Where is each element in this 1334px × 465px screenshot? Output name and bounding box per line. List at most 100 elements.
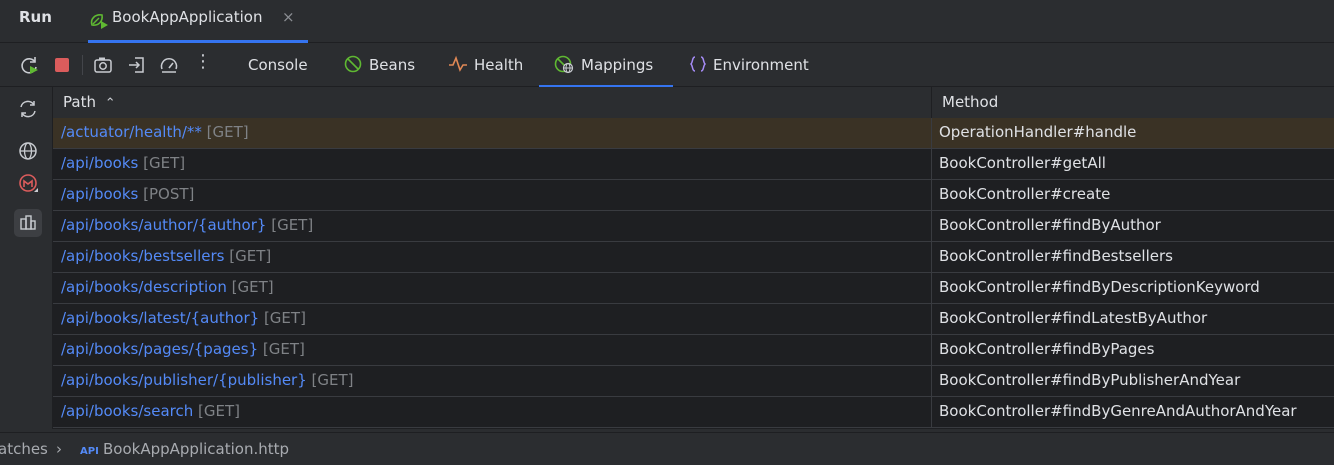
rerun-icon[interactable]	[18, 54, 40, 76]
column-divider	[931, 149, 932, 180]
method-cell: BookController#findByDescriptionKeyword	[939, 278, 1260, 296]
globe-icon[interactable]	[14, 137, 42, 165]
run-tool-header: Run BookAppApplication ×	[0, 0, 1334, 43]
health-icon	[448, 54, 468, 74]
method-cell: BookController#findBestsellers	[939, 247, 1173, 265]
table-row[interactable]: /actuator/health/** [GET] OperationHandl…	[53, 118, 1334, 149]
path-url: /api/books/pages/{pages}	[61, 340, 259, 358]
micrometer-icon[interactable]	[14, 170, 42, 198]
http-verb: [POST]	[143, 185, 195, 203]
braces-icon	[688, 54, 708, 74]
path-cell: /api/books/bestsellers [GET]	[61, 247, 271, 265]
table-row[interactable]: /api/books/bestsellers [GET] BookControl…	[53, 242, 1334, 273]
tab-health[interactable]: Health	[448, 43, 538, 86]
tab-environment[interactable]: Environment	[688, 43, 818, 86]
chevron-right-icon: ›	[56, 440, 62, 458]
breadcrumb: atches › API BookAppApplication.http	[0, 432, 1334, 465]
method-cell: BookController#create	[939, 185, 1111, 203]
tab-bookappapplication[interactable]: BookAppApplication ×	[88, 0, 308, 43]
path-url: /api/books/latest/{author}	[61, 309, 260, 327]
table-row[interactable]: /api/books [POST] BookController#create	[53, 180, 1334, 211]
path-url: /api/books	[61, 185, 139, 203]
path-cell: /api/books/search [GET]	[61, 402, 240, 420]
toolbar-divider	[82, 55, 83, 75]
sort-ascending-icon: ⌃	[104, 96, 116, 111]
run-tool-title: Run	[19, 8, 52, 26]
http-verb: [GET]	[311, 371, 354, 389]
svg-text:API: API	[80, 446, 99, 457]
table-row[interactable]: /api/books/search [GET] BookController#f…	[53, 397, 1334, 428]
table-row[interactable]: /api/books/description [GET] BookControl…	[53, 273, 1334, 304]
tab-mappings[interactable]: Mappings	[539, 43, 673, 87]
http-verb: [GET]	[206, 123, 249, 141]
table-header: Path ⌃ Method	[53, 87, 1334, 119]
method-cell: BookController#findByGenreAndAuthorAndYe…	[939, 402, 1297, 420]
path-url: /api/books/publisher/{publisher}	[61, 371, 307, 389]
column-header-method[interactable]: Method	[942, 93, 998, 111]
tab-label: BookAppApplication	[112, 8, 263, 26]
column-divider[interactable]	[931, 87, 932, 118]
exit-icon[interactable]	[126, 54, 148, 76]
path-cell: /api/books/publisher/{publisher} [GET]	[61, 371, 354, 389]
column-divider	[931, 180, 932, 211]
column-divider	[931, 397, 932, 428]
http-verb: [GET]	[143, 154, 186, 172]
http-verb: [GET]	[229, 247, 272, 265]
column-divider	[931, 118, 932, 149]
http-verb: [GET]	[271, 216, 314, 234]
method-cell: BookController#findByPublisherAndYear	[939, 371, 1241, 389]
column-divider	[931, 211, 932, 242]
path-cell: /api/books/pages/{pages} [GET]	[61, 340, 305, 358]
path-cell: /api/books [POST]	[61, 185, 194, 203]
refresh-icon[interactable]	[14, 95, 42, 123]
tab-beans[interactable]: Beans	[343, 43, 433, 86]
path-url: /api/books	[61, 154, 139, 172]
column-divider	[931, 366, 932, 397]
spring-run-icon	[88, 10, 110, 32]
http-verb: [GET]	[198, 402, 240, 420]
path-cell: /api/books/description [GET]	[61, 278, 274, 296]
http-file-icon: API	[80, 441, 100, 459]
column-divider	[931, 242, 932, 273]
path-cell: /api/books/author/{author} [GET]	[61, 216, 313, 234]
close-icon[interactable]: ×	[282, 8, 295, 26]
stop-icon[interactable]	[51, 54, 73, 76]
tab-mappings-label: Mappings	[581, 56, 654, 74]
method-cell: BookController#findByPages	[939, 340, 1155, 358]
gauge-icon[interactable]	[158, 54, 180, 76]
table-row[interactable]: /api/books/author/{author} [GET] BookCon…	[53, 211, 1334, 242]
mappings-sidebar	[0, 87, 53, 429]
path-url: /api/books/bestsellers	[61, 247, 225, 265]
table-row[interactable]: /api/books/latest/{author} [GET] BookCon…	[53, 304, 1334, 335]
table-row[interactable]: /api/books/pages/{pages} [GET] BookContr…	[53, 335, 1334, 366]
method-cell: BookController#getAll	[939, 154, 1106, 172]
path-url: /actuator/health/**	[61, 123, 202, 141]
tab-beans-label: Beans	[369, 56, 416, 74]
path-url: /api/books/description	[61, 278, 227, 296]
path-url: /api/books/author/{author}	[61, 216, 267, 234]
http-verb: [GET]	[262, 340, 305, 358]
camera-icon[interactable]	[92, 54, 114, 76]
column-divider	[931, 335, 932, 366]
beans-icon	[343, 54, 363, 74]
path-cell: /api/books/latest/{author} [GET]	[61, 309, 306, 327]
breadcrumb-item-file[interactable]: BookAppApplication.http	[103, 440, 289, 458]
tab-console-label: Console	[248, 56, 308, 74]
run-toolbar: ⋮ Console Beans Health Mappings Environm…	[0, 43, 1334, 87]
tab-health-label: Health	[474, 56, 524, 74]
column-header-path[interactable]: Path ⌃	[63, 93, 116, 111]
column-header-path-label: Path	[63, 93, 96, 111]
http-verb: [GET]	[263, 309, 306, 327]
path-cell: /actuator/health/** [GET]	[61, 123, 249, 141]
method-cell: BookController#findByAuthor	[939, 216, 1161, 234]
method-cell: BookController#findLatestByAuthor	[939, 309, 1208, 327]
table-row[interactable]: /api/books/publisher/{publisher} [GET] B…	[53, 366, 1334, 397]
table-row[interactable]: /api/books [GET] BookController#getAll	[53, 149, 1334, 180]
path-cell: /api/books [GET]	[61, 154, 185, 172]
tab-console[interactable]: Console	[248, 43, 328, 86]
breadcrumb-item-scratches[interactable]: atches	[0, 440, 48, 458]
method-cell: OperationHandler#handle	[939, 123, 1137, 141]
column-divider	[931, 304, 932, 335]
structure-icon[interactable]	[14, 209, 42, 237]
more-icon[interactable]: ⋮	[192, 51, 214, 73]
